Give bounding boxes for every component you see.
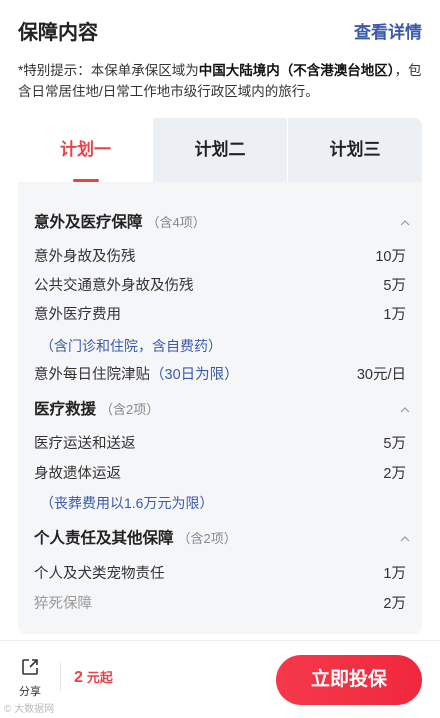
section-count: （含4项） [146, 215, 206, 230]
price: 2 元起 [74, 667, 113, 687]
share-icon [22, 659, 38, 675]
coverage-amount: 10万 [375, 249, 406, 265]
price-unit: 元起 [86, 670, 113, 685]
tab-plan-2-label: 计划二 [194, 140, 246, 159]
coverage-name: 身故遗体运返 [34, 466, 121, 482]
active-tab-indicator [72, 179, 99, 182]
section-count: （含2项） [177, 531, 237, 546]
section-title-accident-medical[interactable]: 意外及医疗保障 （含4项） [34, 212, 206, 234]
coverage-row: 个人及犬类宠物责任 1万 [34, 563, 406, 585]
coverage-amount: 1万 [383, 307, 406, 323]
tab-plan-1-label: 计划一 [60, 140, 111, 159]
section-title-text: 个人责任及其他保障 [34, 530, 174, 547]
coverage-row: 意外每日住院津贴（30日为限） 30元/日 [34, 364, 406, 386]
share-label: 分享 [19, 686, 41, 698]
chevron-up-icon[interactable] [400, 405, 410, 415]
divider [60, 663, 61, 691]
coverage-name: 公共交通意外身故及伤残 [34, 278, 194, 294]
coverage-amount: 1万 [383, 566, 406, 582]
bottom-bar: 分享 2 元起 立即投保 [0, 640, 440, 718]
notice-region: 中国大陆境内（不含港澳台地区） [198, 63, 395, 78]
coverage-note: （丧葬费用以1.6万元为限） [40, 495, 214, 511]
view-details-link[interactable]: 查看详情 [354, 18, 422, 48]
coverage-name-text: 意外每日住院津贴 [34, 367, 150, 383]
coverage-inline-note: （30日为限） [150, 367, 239, 383]
tab-plan-3-label: 计划三 [329, 140, 381, 159]
tab-plan-1[interactable]: 计划一 [18, 118, 153, 182]
watermark: © 大数据网 [4, 704, 55, 715]
plan-card: 计划一 计划二 计划三 意外及医疗保障 （含4项） 意外身故及伤残 10万 公共交… [18, 118, 422, 634]
section-title-liability-other[interactable]: 个人责任及其他保障 （含2项） [34, 528, 237, 550]
tab-plan-3[interactable]: 计划三 [288, 118, 422, 182]
coverage-row: 医疗运送和送返 5万 [34, 433, 406, 455]
coverage-amount: 5万 [383, 278, 406, 294]
section-count: （含2项） [100, 402, 160, 417]
header: 保障内容 查看详情 [18, 18, 422, 48]
buy-now-button[interactable]: 立即投保 [276, 655, 422, 705]
plan-tabs: 计划一 计划二 计划三 [18, 118, 422, 182]
price-value: 2 [74, 669, 83, 686]
coverage-name: 意外医疗费用 [34, 307, 121, 323]
coverage-name: 意外每日住院津贴（30日为限） [34, 364, 239, 386]
coverage-row: 公共交通意外身故及伤残 5万 [34, 275, 406, 297]
coverage-amount: 5万 [383, 436, 406, 452]
coverage-name: 个人及犬类宠物责任 [34, 566, 165, 582]
coverage-amount: 2万 [383, 466, 406, 482]
chevron-up-icon[interactable] [400, 534, 410, 544]
page-title: 保障内容 [18, 22, 98, 44]
share-button[interactable]: 分享 [12, 655, 48, 699]
coverage-row: 身故遗体运返 2万 [34, 463, 406, 485]
section-title-text: 医疗救援 [34, 401, 97, 418]
coverage-name: 医疗运送和送返 [34, 436, 136, 452]
notice-prefix: *特别提示：本保单承保区域为 [18, 63, 199, 78]
coverage-row: 意外医疗费用 1万 [34, 304, 406, 326]
coverage-row: 意外身故及伤残 10万 [34, 246, 406, 268]
coverage-note: （含门诊和住院，含自费药） [40, 338, 222, 354]
coverage-name: 意外身故及伤残 [34, 249, 136, 265]
coverage-notice: *特别提示：本保单承保区域为中国大陆境内（不含港澳台地区），包含日常居住地/日常… [18, 60, 426, 102]
tab-plan-2[interactable]: 计划二 [153, 118, 287, 182]
section-title-medical-rescue[interactable]: 医疗救援 （含2项） [34, 399, 159, 421]
coverage-amount: 2万 [383, 596, 406, 612]
chevron-up-icon[interactable] [400, 218, 410, 228]
coverage-row: 猝死保障 2万 [34, 593, 406, 615]
coverage-name: 猝死保障 [34, 596, 92, 612]
coverage-amount: 30元/日 [356, 367, 406, 383]
section-title-text: 意外及医疗保障 [34, 214, 143, 231]
